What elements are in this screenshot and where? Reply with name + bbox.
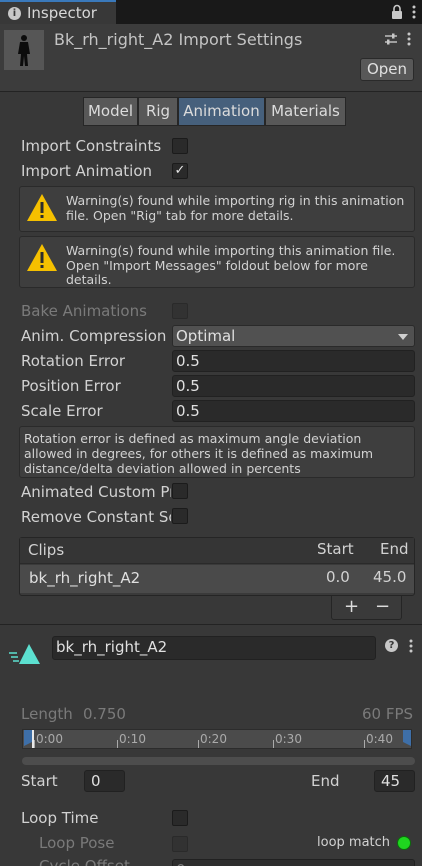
- start-column-header: Start: [317, 540, 354, 558]
- start-marker-icon[interactable]: [24, 730, 32, 746]
- start-frame-field[interactable]: 0: [84, 770, 125, 792]
- tab-materials[interactable]: Materials: [265, 97, 346, 126]
- end-label: End: [311, 772, 340, 790]
- clip-timeline[interactable]: 0:00 0:10 0:20 0:30 0:40: [22, 729, 412, 749]
- length-label: Length: [21, 705, 73, 723]
- tick-mark: [117, 740, 118, 748]
- timeline-tick-label: 0:20: [200, 732, 227, 746]
- error-info-text: Rotation error is defined as maximum ang…: [24, 431, 374, 476]
- import-settings-header: Bk_rh_right_A2 Import Settings Open: [0, 24, 422, 92]
- lock-icon[interactable]: [390, 4, 404, 20]
- loop-pose-checkbox: [172, 836, 188, 852]
- table-row[interactable]: bk_rh_right_A2 0.0 45.0: [20, 565, 414, 593]
- import-constraints-checkbox[interactable]: [172, 138, 188, 154]
- inspector-tab[interactable]: i Inspector: [0, 0, 116, 24]
- inspector-tab-label: Inspector: [27, 4, 97, 22]
- compression-label: Anim. Compression: [21, 327, 167, 345]
- bake-animations-checkbox: [172, 303, 188, 319]
- cycle-offset-label: Cycle Offset: [39, 857, 130, 866]
- clip-row-name: bk_rh_right_A2: [29, 569, 141, 587]
- tick-mark: [198, 740, 199, 748]
- remove-constant-label: Remove Constant Sc: [21, 508, 171, 526]
- loop-match-label: loop match: [317, 835, 391, 850]
- animated-custom-label: Animated Custom Pr: [21, 483, 171, 501]
- compression-dropdown[interactable]: Optimal: [172, 325, 415, 347]
- import-animation-label: Import Animation: [21, 162, 153, 180]
- editor-tab-bar: i Inspector: [0, 0, 422, 24]
- tab-menu-icon[interactable]: [411, 4, 417, 20]
- end-frame-field[interactable]: 45: [374, 770, 415, 792]
- import-warning-text: Warning(s) found while importing this an…: [66, 243, 396, 287]
- loop-time-checkbox[interactable]: [172, 810, 188, 826]
- tab-model[interactable]: Model: [83, 97, 138, 126]
- section-divider: [0, 624, 422, 625]
- model-thumbnail: [4, 30, 44, 70]
- clips-column-header: Clips: [28, 541, 65, 559]
- info-icon: i: [8, 7, 21, 20]
- timeline-scrollbar[interactable]: [22, 757, 415, 765]
- tick-mark: [273, 740, 274, 748]
- rig-warning-box: Warning(s) found while importing rig in …: [19, 186, 415, 232]
- position-error-label: Position Error: [21, 377, 121, 395]
- tab-animation[interactable]: Animation: [178, 97, 265, 126]
- timeline-tick-label: 0:40: [366, 732, 393, 746]
- remove-constant-checkbox[interactable]: [172, 508, 188, 524]
- loop-pose-label: Loop Pose: [39, 834, 115, 852]
- page-title: Bk_rh_right_A2 Import Settings: [54, 30, 303, 49]
- chevron-down-icon: [398, 334, 408, 340]
- warning-icon: [27, 244, 57, 271]
- help-icon[interactable]: ?: [385, 639, 398, 652]
- cycle-offset-field: 0: [172, 859, 415, 866]
- scale-error-field[interactable]: 0.5: [172, 400, 415, 422]
- loop-match-indicator: [397, 836, 411, 850]
- length-value: 0.750: [83, 705, 126, 723]
- header-menu-icon[interactable]: [406, 32, 412, 46]
- open-button[interactable]: Open: [360, 58, 414, 81]
- rig-warning-text: Warning(s) found while importing rig in …: [66, 193, 405, 223]
- scale-error-label: Scale Error: [21, 402, 103, 420]
- timeline-tick-label: 0:00: [36, 732, 63, 746]
- end-marker-icon[interactable]: [403, 730, 411, 746]
- clips-table: Clips Start End bk_rh_right_A2 0.0 45.0: [19, 537, 415, 596]
- animated-custom-checkbox[interactable]: [172, 483, 188, 499]
- remove-clip-button[interactable]: −: [375, 596, 390, 617]
- tick-mark: [34, 740, 35, 748]
- rotation-error-field[interactable]: 0.5: [172, 350, 415, 372]
- clip-menu-icon[interactable]: [408, 639, 414, 653]
- position-error-field[interactable]: 0.5: [172, 375, 415, 397]
- preset-sliders-icon[interactable]: [384, 32, 398, 46]
- tab-rig[interactable]: Rig: [138, 97, 178, 126]
- clips-table-header: Clips Start End: [20, 538, 414, 564]
- rotation-error-label: Rotation Error: [21, 352, 126, 370]
- import-warning-box: Warning(s) found while importing this an…: [19, 236, 415, 288]
- timeline-tick-label: 0:30: [275, 732, 302, 746]
- timeline-tick-label: 0:10: [119, 732, 146, 746]
- clip-row-start: 0.0: [326, 568, 350, 586]
- bake-animations-label: Bake Animations: [21, 302, 147, 320]
- fps-value: 60 FPS: [362, 705, 414, 723]
- warning-icon: [27, 194, 57, 221]
- clips-add-remove: + −: [331, 596, 402, 620]
- compression-value: Optimal: [176, 327, 236, 345]
- import-constraints-label: Import Constraints: [21, 137, 162, 155]
- import-animation-checkbox[interactable]: ✓: [172, 163, 188, 179]
- start-label: Start: [21, 772, 58, 790]
- error-info-box: Rotation error is defined as maximum ang…: [19, 426, 415, 478]
- end-column-header: End: [380, 540, 409, 558]
- tick-mark: [364, 740, 365, 748]
- animation-clip-icon: [9, 644, 40, 664]
- clip-row-end: 45.0: [373, 568, 407, 586]
- add-clip-button[interactable]: +: [344, 596, 359, 617]
- clip-name-field[interactable]: bk_rh_right_A2: [52, 636, 376, 660]
- loop-time-label: Loop Time: [21, 809, 99, 827]
